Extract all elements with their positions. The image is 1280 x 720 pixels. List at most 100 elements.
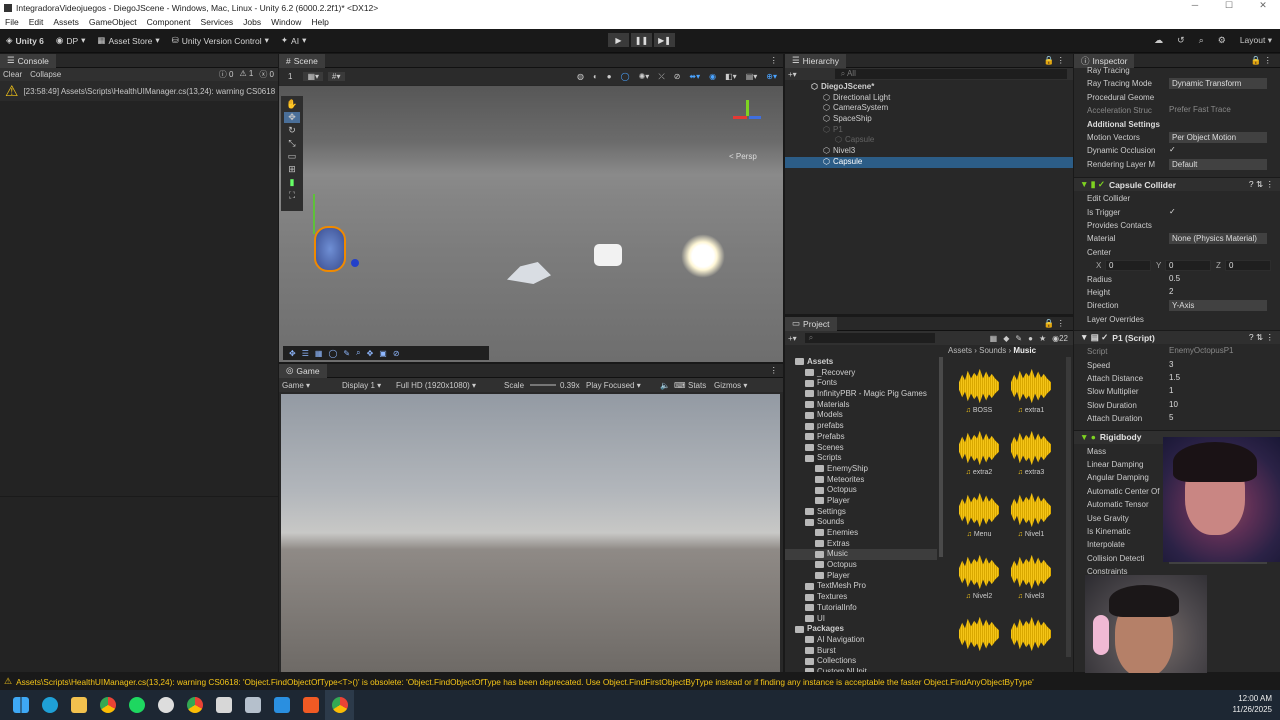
more-icon[interactable]: ⋮: [770, 365, 784, 376]
mute-icon[interactable]: 🔈: [660, 381, 674, 390]
gear-icon[interactable]: ⚙: [1218, 35, 1226, 46]
audio-asset[interactable]: ♫ extra3: [1009, 429, 1053, 476]
inspector-field-value[interactable]: 0.5: [1169, 274, 1180, 283]
add-button[interactable]: +▾: [788, 70, 797, 79]
project-folder[interactable]: EnemyShip: [785, 464, 937, 475]
breadcrumb-sounds[interactable]: Sounds: [979, 346, 1006, 355]
audio-asset[interactable]: ♫ BOSS: [957, 367, 1001, 414]
display-dropdown[interactable]: Display 1 ▾: [342, 381, 396, 390]
center-y-field[interactable]: 0: [1165, 260, 1211, 272]
info-icon[interactable]: ●: [1028, 334, 1033, 343]
project-folder[interactable]: Materials: [785, 400, 937, 411]
project-folder[interactable]: Sounds: [785, 517, 937, 528]
brush-icon[interactable]: ✎: [343, 349, 350, 358]
move-tool-icon[interactable]: ✥: [284, 112, 300, 123]
persp-label[interactable]: < Persp: [729, 152, 757, 161]
hierarchy-item[interactable]: ⬡ P1: [785, 125, 1073, 136]
grid-snap-icon[interactable]: ▦: [315, 349, 323, 358]
project-folder[interactable]: Scenes: [785, 443, 937, 454]
maximize-button[interactable]: ☐: [1212, 0, 1246, 11]
gizmos-icon[interactable]: ⊕▾: [766, 72, 777, 82]
audio-asset[interactable]: ♫ extra1: [1009, 367, 1053, 414]
github-icon[interactable]: [151, 690, 180, 720]
rect-tool-icon[interactable]: ▭: [288, 151, 297, 162]
inspector-field-value[interactable]: None (Physics Material): [1169, 233, 1267, 245]
shortcut-icon[interactable]: ⌨: [674, 381, 688, 390]
game-viewport[interactable]: [281, 394, 780, 672]
project-folder[interactable]: Music: [785, 549, 937, 561]
project-grid-scrollbar[interactable]: [1066, 357, 1071, 657]
inspector-field-value[interactable]: 3: [1169, 360, 1173, 369]
navigate-icon[interactable]: ✥: [367, 349, 374, 358]
more-icon[interactable]: ⋮: [770, 55, 784, 66]
audio-asset[interactable]: [1009, 615, 1053, 653]
project-folder[interactable]: TextMesh Pro: [785, 581, 937, 592]
collapse-button[interactable]: Collapse: [30, 70, 61, 79]
additional-settings-header[interactable]: Additional Settings: [1087, 120, 1160, 129]
console-entry[interactable]: ⚠ [23:58:49] Assets\Scripts\HealthUIMana…: [0, 81, 278, 101]
add-button[interactable]: +▾: [788, 334, 797, 343]
tab-scene[interactable]: # Scene: [279, 53, 325, 68]
cloud-icon[interactable]: ☁: [1154, 35, 1163, 46]
audio-icon[interactable]: ⤫: [658, 72, 664, 82]
hierarchy-item[interactable]: ⬡ Nivel3: [785, 146, 1073, 157]
project-folder[interactable]: Models: [785, 410, 937, 421]
inspector-field-value[interactable]: 1: [1169, 386, 1173, 395]
project-folder[interactable]: Prefabs: [785, 432, 937, 443]
project-folder[interactable]: Fonts: [785, 378, 937, 389]
project-folder[interactable]: Player: [785, 496, 937, 507]
hand-tool-icon[interactable]: ✋: [286, 99, 297, 110]
shading-icon[interactable]: ◐: [593, 72, 598, 82]
inspector-field-value[interactable]: Prefer Fast Trace: [1169, 105, 1231, 114]
game-mode-dropdown[interactable]: Game ▾: [282, 381, 342, 390]
capsule-collider-header[interactable]: ▼ ▮ ✓ Capsule Collider ? ⇅ ⋮: [1074, 177, 1280, 192]
lock-icon[interactable]: 🔒 ⋮: [1044, 318, 1073, 329]
globe-icon[interactable]: ◍: [577, 72, 584, 82]
inspector-field-value[interactable]: Y-Axis: [1169, 300, 1267, 312]
history-icon[interactable]: ↺: [1177, 35, 1185, 46]
close-button[interactable]: ✕: [1246, 0, 1280, 11]
project-folder[interactable]: Scripts: [785, 453, 937, 464]
project-folder[interactable]: Packages: [785, 624, 937, 635]
component-menu-icon[interactable]: ? ⇅ ⋮: [1249, 179, 1280, 190]
center-z-field[interactable]: 0: [1225, 260, 1271, 272]
project-folder[interactable]: Meteorites: [785, 475, 937, 486]
search-icon[interactable]: ⌕: [1199, 35, 1204, 46]
script-component-header[interactable]: ▼ ▤ ✓ P1 (Script) ? ⇅ ⋮: [1074, 330, 1280, 345]
inspector-field-value[interactable]: Default: [1169, 158, 1267, 170]
zoom-icon[interactable]: ⌕: [356, 348, 360, 358]
project-folder[interactable]: Extras: [785, 539, 937, 550]
tab-game[interactable]: ◎ Game: [279, 363, 327, 378]
pause-button[interactable]: ❚❚: [631, 33, 652, 47]
disabled-icon[interactable]: ⊘: [393, 349, 400, 358]
star-icon[interactable]: ★: [1039, 334, 1046, 343]
panels-icon[interactable]: ▤▾: [746, 72, 758, 82]
project-folder[interactable]: AI Navigation: [785, 635, 937, 646]
visibility-icon[interactable]: ◉: [709, 72, 716, 82]
version-control-button[interactable]: ⛁ Unity Version Control ▾: [166, 35, 275, 46]
audio-asset[interactable]: ♫ Nivel2: [957, 553, 1001, 600]
project-folder[interactable]: Enemies: [785, 528, 937, 539]
camera-gizmo-icon[interactable]: [594, 244, 622, 266]
grid-button[interactable]: #▾: [328, 72, 345, 81]
inspector-field-value[interactable]: 2: [1169, 287, 1173, 296]
tab-project[interactable]: ▭ Project: [785, 316, 837, 331]
project-folder[interactable]: InfinityPBR - Magic Pig Games: [785, 389, 937, 400]
menu-component[interactable]: Component: [142, 17, 196, 27]
play-focused-dropdown[interactable]: Play Focused ▾: [586, 381, 660, 390]
project-search[interactable]: ⌕: [804, 333, 935, 343]
hierarchy-item[interactable]: ⬡ DiegoJScene*: [785, 82, 1073, 93]
component-menu-icon[interactable]: ? ⇅ ⋮: [1249, 332, 1280, 343]
scale-tool-icon[interactable]: ⤡: [288, 138, 295, 149]
spaceship-object[interactable]: [507, 262, 551, 284]
audio-asset[interactable]: ♫ Menu: [957, 491, 1001, 538]
vscode-icon[interactable]: [267, 690, 296, 720]
error-toggle[interactable]: ⓧ 0: [259, 69, 274, 80]
lock-icon[interactable]: 🔒 ⋮: [1251, 55, 1280, 66]
account-dropdown[interactable]: ◉ DP ▾: [50, 35, 92, 46]
layout-dropdown[interactable]: Layout ▾: [1240, 35, 1272, 46]
sphere-icon[interactable]: ●: [607, 72, 612, 82]
hierarchy-item[interactable]: ⬡ Capsule: [785, 135, 1073, 146]
effects-icon[interactable]: ✺▾: [639, 72, 650, 82]
project-folder[interactable]: UI: [785, 614, 937, 625]
